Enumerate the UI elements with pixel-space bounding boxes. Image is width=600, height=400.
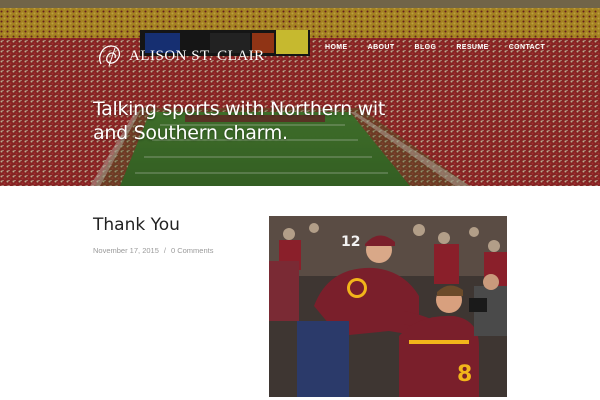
site-tagline: Talking sports with Northern wit and Sou…: [93, 98, 385, 144]
post-title[interactable]: Thank You: [93, 215, 180, 235]
post-comments-link[interactable]: 0 Comments: [171, 246, 214, 255]
meta-separator: /: [163, 246, 166, 255]
nav-home[interactable]: Home: [325, 44, 348, 51]
hero-banner: Alison St. Clair Home About Blog Resume …: [0, 0, 600, 186]
featured-image[interactable]: 8 12: [269, 216, 507, 397]
site-logo[interactable]: Alison St. Clair: [95, 42, 265, 70]
post-date: November 17, 2015: [93, 246, 159, 255]
nav-blog[interactable]: Blog: [415, 44, 437, 51]
post-meta: November 17, 2015 / 0 Comments: [93, 246, 213, 255]
logo-monogram-icon: [99, 45, 121, 67]
fan-jersey-number: 12: [341, 234, 360, 250]
site-title: Alison St. Clair: [129, 47, 265, 64]
nav-about[interactable]: About: [368, 44, 395, 51]
featured-photo-illustration: 8 12: [269, 216, 507, 397]
nav-resume[interactable]: Resume: [456, 44, 488, 51]
main-navigation: Home About Blog Resume Contact: [325, 44, 565, 51]
nav-contact[interactable]: Contact: [509, 44, 546, 51]
player-jersey-number: 8: [457, 362, 472, 387]
stadium-background-image: [0, 0, 600, 186]
